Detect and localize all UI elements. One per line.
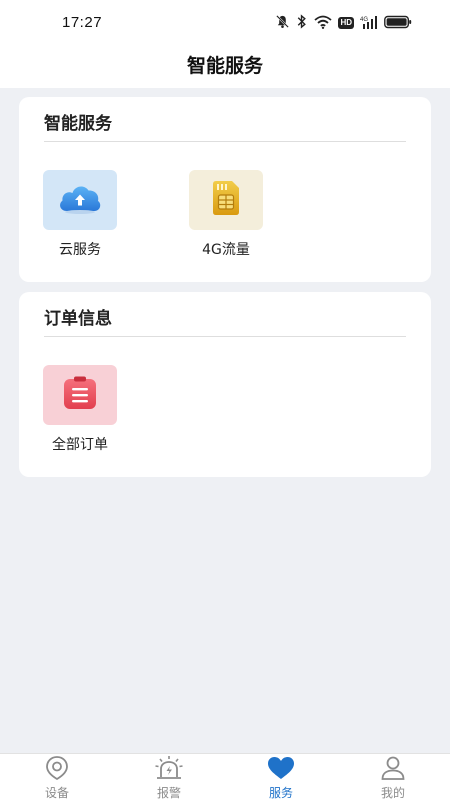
- cloud-service-icon-box[interactable]: [43, 170, 117, 230]
- bell-muted-icon: [275, 14, 290, 33]
- status-icons: HD 4G: [275, 13, 412, 33]
- section-title: 智能服务: [44, 114, 112, 134]
- tab-device-label: 设备: [44, 786, 69, 800]
- order-info-card: 订单信息 全部订单: [19, 292, 431, 477]
- signal-4g-icon: 4G: [360, 14, 378, 33]
- 4g-data-tile[interactable]: 4G流量: [189, 170, 263, 259]
- cloud-service-tile[interactable]: 云服务: [43, 170, 117, 259]
- bluetooth-icon: [296, 13, 308, 33]
- cloud-upload-icon: [57, 181, 103, 219]
- section-divider: [44, 336, 406, 337]
- tab-service-label: 服务: [268, 786, 293, 800]
- user-icon: [380, 755, 406, 785]
- page-title: 智能服务: [186, 55, 263, 77]
- order-clipboard-icon: [62, 375, 98, 415]
- tab-mine-label: 我的: [380, 786, 405, 800]
- hd-icon: HD: [338, 17, 354, 29]
- section-divider: [44, 141, 406, 142]
- page-header: 智能服务: [0, 44, 450, 88]
- wifi-icon: [314, 14, 333, 33]
- status-time: 17:27: [62, 14, 103, 31]
- tab-mine[interactable]: 我的: [353, 755, 433, 800]
- heart-icon: [267, 756, 295, 784]
- device-eye-icon: [44, 755, 70, 785]
- tab-alarm[interactable]: 报警: [129, 755, 209, 800]
- all-orders-tile[interactable]: 全部订单: [43, 365, 117, 454]
- alarm-siren-icon: [154, 755, 184, 785]
- all-orders-label: 全部订单: [52, 437, 108, 453]
- tab-device[interactable]: 设备: [17, 755, 97, 800]
- section-title: 订单信息: [44, 309, 112, 329]
- tab-alarm-label: 报警: [156, 786, 181, 800]
- status-bar: 17:27 HD 4G: [0, 0, 450, 44]
- 4g-data-icon-box[interactable]: [189, 170, 263, 230]
- smart-services-card: 智能服务 云服务 4G流量: [19, 97, 431, 282]
- bottom-tab-bar: 设备 报警 服务 我的: [0, 753, 450, 800]
- cloud-service-label: 云服务: [59, 242, 101, 258]
- tab-service[interactable]: 服务: [241, 757, 321, 800]
- sim-card-icon: [208, 178, 244, 222]
- battery-icon: [384, 14, 412, 33]
- all-orders-icon-box[interactable]: [43, 365, 117, 425]
- 4g-data-label: 4G流量: [202, 242, 250, 258]
